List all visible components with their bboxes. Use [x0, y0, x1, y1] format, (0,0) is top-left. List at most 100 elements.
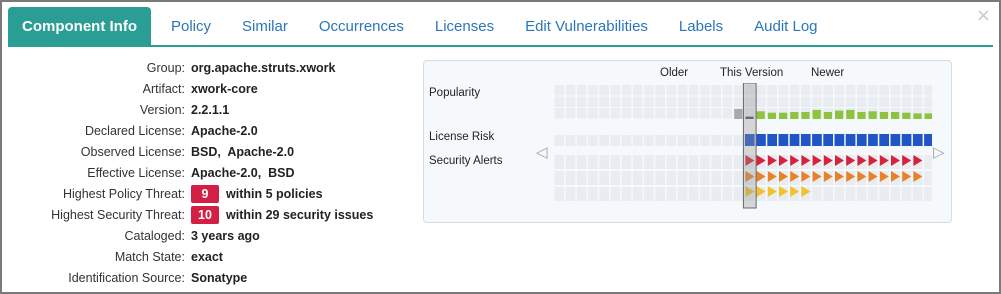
- alert-grid-cell: [901, 187, 912, 201]
- alert-grid-cell: [834, 187, 845, 201]
- license-risk-square: [778, 134, 789, 146]
- popularity-grid-cell: [834, 96, 845, 107]
- popularity-bar-older: [734, 109, 743, 119]
- detail-row-observed-license: Observed License: BSD, Apache-2.0: [8, 141, 408, 162]
- popularity-grid-cell: [912, 96, 923, 107]
- license-risk-square: [901, 134, 912, 146]
- license-grid-cell: [621, 135, 632, 146]
- observed-license-value: BSD, Apache-2.0: [191, 144, 295, 159]
- alert-grid-cell: [722, 155, 733, 169]
- popularity-grid-cell: [711, 96, 721, 107]
- license-grid-cell: [688, 135, 699, 146]
- tab-component-info[interactable]: Component Info: [8, 7, 151, 45]
- version-graph: Older This Version Newer Popularity Lice…: [423, 60, 952, 223]
- tab-licenses[interactable]: Licenses: [421, 7, 508, 45]
- popularity-grid-cell: [912, 85, 923, 96]
- popularity-bar: [756, 111, 765, 119]
- tab-edit-vulnerabilities[interactable]: Edit Vulnerabilities: [511, 7, 662, 45]
- popularity-grid-cell: [599, 85, 609, 96]
- alert-grid-cell: [655, 155, 665, 169]
- popularity-bar: [823, 112, 832, 119]
- alert-grid-cell: [565, 171, 576, 185]
- artifact-label: Artifact:: [142, 81, 185, 96]
- alert-grid-cell: [576, 171, 587, 185]
- popularity-grid-cell: [677, 96, 688, 107]
- alert-grid-cell: [688, 155, 699, 169]
- popularity-bar: [924, 113, 932, 119]
- close-icon[interactable]: ×: [976, 6, 991, 26]
- popularity-grid-cell: [565, 96, 576, 107]
- license-grid-cell: [677, 135, 688, 146]
- alert-grid-cell: [700, 187, 710, 201]
- popularity-grid-cell: [733, 85, 744, 96]
- alert-grid-cell: [599, 171, 609, 185]
- alert-grid-cell: [666, 187, 677, 201]
- alert-grid-cell: [733, 187, 744, 201]
- component-info-dialog: Component Info Policy Similar Occurrence…: [0, 0, 1001, 294]
- alert-grid-cell: [632, 171, 643, 185]
- alert-grid-cell: [677, 171, 688, 185]
- detail-row-cataloged: Cataloged: 3 years ago: [8, 226, 408, 247]
- popularity-grid-cell: [823, 85, 833, 96]
- tab-occurrences[interactable]: Occurrences: [305, 7, 418, 45]
- this-version-header: This Version: [720, 67, 784, 79]
- popularity-grid-cell: [588, 108, 598, 119]
- popularity-grid-cell: [565, 85, 576, 96]
- popularity-bar: [857, 112, 866, 119]
- declared-license-value: Apache-2.0: [191, 123, 258, 138]
- popularity-grid-cell: [722, 108, 733, 119]
- popularity-grid-cell: [599, 96, 609, 107]
- license-risk-square: [912, 134, 923, 146]
- popularity-grid-cell: [812, 96, 822, 107]
- popularity-bar: [891, 112, 900, 119]
- popularity-grid-cell: [688, 96, 699, 107]
- license-risk-square: [756, 134, 766, 146]
- popularity-grid-cell: [610, 96, 621, 107]
- license-grid-cell: [610, 135, 621, 146]
- popularity-grid-cell: [588, 96, 598, 107]
- popularity-grid-cell: [610, 85, 621, 96]
- artifact-value: xwork-core: [191, 81, 258, 96]
- tab-similar[interactable]: Similar: [228, 7, 302, 45]
- alert-grid-cell: [565, 155, 576, 169]
- alert-grid-cell: [554, 187, 565, 201]
- alert-grid-cell: [666, 171, 677, 185]
- identification-source-value: Sonatype: [191, 271, 248, 286]
- popularity-grid-cell: [588, 85, 598, 96]
- tab-audit-log[interactable]: Audit Log: [740, 7, 831, 45]
- older-versions-arrow-icon[interactable]: ◁: [536, 143, 548, 161]
- popularity-grid-cell: [621, 108, 632, 119]
- license-risk-square: [812, 134, 822, 146]
- current-version-marker: [742, 83, 757, 209]
- alert-grid-cell: [610, 155, 621, 169]
- popularity-grid-cell: [644, 85, 654, 96]
- alert-grid-cell: [621, 187, 632, 201]
- alert-grid-cell: [722, 187, 733, 201]
- popularity-grid-cell: [632, 85, 643, 96]
- license-grid-cell: [666, 135, 677, 146]
- version-value: 2.2.1.1: [191, 102, 230, 117]
- alert-grid-cell: [621, 171, 632, 185]
- tab-policy[interactable]: Policy: [157, 7, 225, 45]
- alert-grid-cell: [554, 155, 565, 169]
- alert-grid-cell: [588, 171, 598, 185]
- alert-grid-cell: [924, 187, 932, 201]
- policy-threat-badge: 9: [191, 185, 219, 204]
- tab-labels[interactable]: Labels: [665, 7, 737, 45]
- alert-grid-cell: [733, 171, 744, 185]
- alert-grid-cell: [632, 187, 643, 201]
- alert-grid-cell: [655, 171, 665, 185]
- newer-versions-arrow-icon[interactable]: ▷: [933, 143, 945, 161]
- popularity-grid-cell: [890, 96, 901, 107]
- popularity-grid-cell: [554, 108, 565, 119]
- popularity-grid-cell: [677, 108, 688, 119]
- alert-grid-cell: [700, 171, 710, 185]
- popularity-grid-cell: [666, 85, 677, 96]
- alert-grid-cell: [733, 155, 744, 169]
- security-threat-badge: 10: [191, 206, 219, 225]
- popularity-grid-cell: [677, 85, 688, 96]
- alert-grid-cell: [711, 187, 721, 201]
- newer-header: Newer: [811, 67, 845, 79]
- license-risk-square: [924, 134, 932, 146]
- detail-row-version: Version: 2.2.1.1: [8, 99, 408, 120]
